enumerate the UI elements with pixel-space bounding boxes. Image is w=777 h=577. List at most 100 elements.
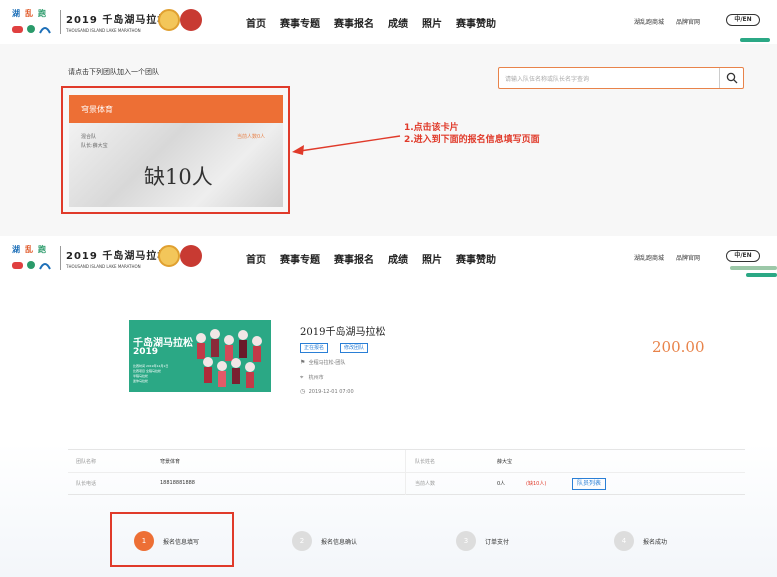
- team-search-box[interactable]: 请输入队伍名称或队长名字查询: [498, 67, 744, 89]
- step-label: 报名成功: [643, 538, 668, 546]
- poster-detail-line: 迷你马拉松: [133, 379, 149, 383]
- logo-divider: [60, 246, 61, 270]
- runners-illustration-icon: [191, 326, 267, 388]
- search-input[interactable]: 请输入队伍名称或队长名字查询: [505, 74, 589, 83]
- team-name-value: 穹景体育: [160, 459, 181, 465]
- language-toggle[interactable]: 中/EN: [726, 14, 760, 26]
- brand-title: 2019 千岛湖马拉松: [66, 15, 169, 26]
- logo-glyph: 跑: [38, 9, 46, 18]
- team-current-count: 当前人数0人: [237, 134, 266, 140]
- site-logo[interactable]: 湖 乱 跑: [12, 244, 52, 272]
- annotation-line-2: 2.进入到下面的报名信息填写页面: [404, 135, 540, 145]
- logo-wave-icon: [12, 261, 51, 270]
- flag-icon: ⚑: [300, 359, 306, 366]
- brand-subtitle: THOUSAND ISLAND LAKE MARATHON: [66, 28, 141, 33]
- site-header: 湖 乱 跑 2019 千岛湖马拉松 THOUSAND ISLAND LAKE M…: [0, 0, 777, 44]
- site-logo[interactable]: 湖 乱 跑: [12, 8, 52, 36]
- event-title: 2019千岛湖马拉松: [300, 327, 386, 338]
- partner-emblem-icon: [180, 245, 202, 267]
- step-number: 2: [292, 531, 312, 551]
- nav-item-brand-site[interactable]: 品牌官网: [676, 17, 700, 26]
- marathon-emblem-icon: [158, 245, 180, 267]
- nav-item-topics[interactable]: 赛事专题: [280, 15, 320, 30]
- nav-item-sponsors[interactable]: 赛事赞助: [456, 251, 496, 266]
- step-number: 1: [134, 531, 154, 551]
- leader-name-label: 队长姓名: [415, 459, 436, 465]
- event-price: 200.00: [652, 338, 705, 356]
- step-payment: 3 订单支付: [456, 531, 509, 551]
- nav-item-registration[interactable]: 赛事报名: [334, 15, 374, 30]
- nav-item-registration[interactable]: 赛事报名: [334, 251, 374, 266]
- main-nav: 首页 赛事专题 赛事报名 成绩 照片 赛事赞助: [246, 15, 496, 30]
- event-city-text: 杭州市: [308, 375, 324, 381]
- member-shortage: (缺10人): [526, 481, 547, 487]
- event-poster: 千岛湖马拉松 2019 比赛时间 2019年12月1日 比赛项目 全程马拉松 半…: [129, 320, 271, 392]
- nav-item-photos[interactable]: 照片: [422, 251, 442, 266]
- nav-item-results[interactable]: 成绩: [388, 251, 408, 266]
- site-header-detail: 湖 乱 跑 2019 千岛湖马拉松 THOUSAND ISLAND LAKE M…: [0, 236, 777, 280]
- annotation-line-1: 1.点击该卡片: [404, 123, 459, 133]
- step-label: 报名信息填写: [163, 538, 200, 546]
- brand[interactable]: 2019 千岛湖马拉松 THOUSAND ISLAND LAKE MARATHO…: [66, 247, 168, 269]
- team-shortage: 缺10人: [144, 165, 213, 189]
- nav-item-home[interactable]: 首页: [246, 15, 266, 30]
- logo-wave-icon: [12, 25, 51, 34]
- logo-glyph: 跑: [38, 245, 46, 254]
- nav-item-sponsors[interactable]: 赛事赞助: [456, 15, 496, 30]
- logo-glyph: 湖: [12, 9, 20, 18]
- poster-details: 比赛时间 2019年12月1日 比赛项目 全程马拉松 半程马拉松 迷你马拉松: [133, 364, 168, 384]
- team-name: 穹景体育: [81, 105, 113, 114]
- nav-item-home[interactable]: 首页: [246, 251, 266, 266]
- status-badge: 正在报名: [300, 343, 329, 353]
- language-toggle[interactable]: 中/EN: [726, 250, 760, 262]
- nav-item-topics[interactable]: 赛事专题: [280, 251, 320, 266]
- leader-name-value: 薛大宝: [497, 459, 513, 465]
- brand[interactable]: 2019 千岛湖马拉松 THOUSAND ISLAND LAKE MARATHO…: [66, 11, 168, 33]
- team-card[interactable]: 穹景体育 混合队 队长:薛大宝 当前人数0人 缺10人: [69, 95, 283, 207]
- right-nav: 湖乱跑商城 品牌官网: [634, 253, 700, 262]
- partner-emblem-icon: [180, 9, 202, 31]
- edit-team-button[interactable]: 修改团队: [340, 343, 369, 353]
- team-select-hint: 请点击下列团队加入一个团队: [68, 68, 159, 76]
- poster-year: 2019: [133, 347, 159, 357]
- nav-item-photos[interactable]: 照片: [422, 15, 442, 30]
- decorative-stripe: [746, 273, 777, 277]
- step-number: 3: [456, 531, 476, 551]
- annotation-arrow-icon: [292, 135, 401, 155]
- nav-item-brand-site[interactable]: 品牌官网: [676, 253, 700, 262]
- leader-phone-label: 队长电话: [76, 481, 97, 487]
- brand-title: 2019 千岛湖马拉松: [66, 251, 169, 262]
- team-type: 混合队: [81, 134, 97, 140]
- event-city: ⌖ 杭州市: [300, 374, 324, 382]
- step-fill-info: 1 报名信息填写: [134, 531, 199, 551]
- leader-phone-value: 18818881888: [160, 480, 195, 486]
- logo-glyph: 湖: [12, 245, 20, 254]
- annotation-text: 1.点击该卡片 2.进入到下面的报名信息填写页面: [404, 122, 540, 146]
- team-name-label: 团队名称: [76, 459, 97, 465]
- logo-divider: [60, 10, 61, 34]
- card-title-bar: 穹景体育: [69, 95, 283, 123]
- clock-icon: ◷: [300, 388, 306, 395]
- nav-item-results[interactable]: 成绩: [388, 15, 408, 30]
- search-icon: [726, 72, 738, 84]
- member-count-label: 当前人数: [415, 481, 436, 487]
- logo-glyph: 乱: [25, 9, 33, 18]
- member-count-value: 0人: [497, 481, 506, 487]
- event-category-text: 全程马拉松-团队: [308, 360, 346, 366]
- page: 湖 乱 跑 2019 千岛湖马拉松 THOUSAND ISLAND LAKE M…: [0, 0, 777, 577]
- step-number: 4: [614, 531, 634, 551]
- team-leader: 队长:薛大宝: [81, 143, 108, 149]
- step-confirm-info: 2 报名信息确认: [292, 531, 357, 551]
- search-button[interactable]: [719, 68, 743, 88]
- event-category: ⚑ 全程马拉松-团队: [300, 359, 345, 366]
- decorative-stripe: [730, 266, 777, 270]
- right-nav: 湖乱跑商城 品牌官网: [634, 17, 700, 26]
- member-list-button[interactable]: 队员列表: [572, 478, 607, 490]
- table-divider: [68, 472, 745, 473]
- event-time-text: 2019-12-01 07:00: [308, 389, 354, 395]
- nav-item-shop[interactable]: 湖乱跑商城: [634, 253, 664, 262]
- step-success: 4 报名成功: [614, 531, 667, 551]
- nav-item-shop[interactable]: 湖乱跑商城: [634, 17, 664, 26]
- logo-glyph: 乱: [25, 245, 33, 254]
- event-time: ◷ 2019-12-01 07:00: [300, 388, 354, 395]
